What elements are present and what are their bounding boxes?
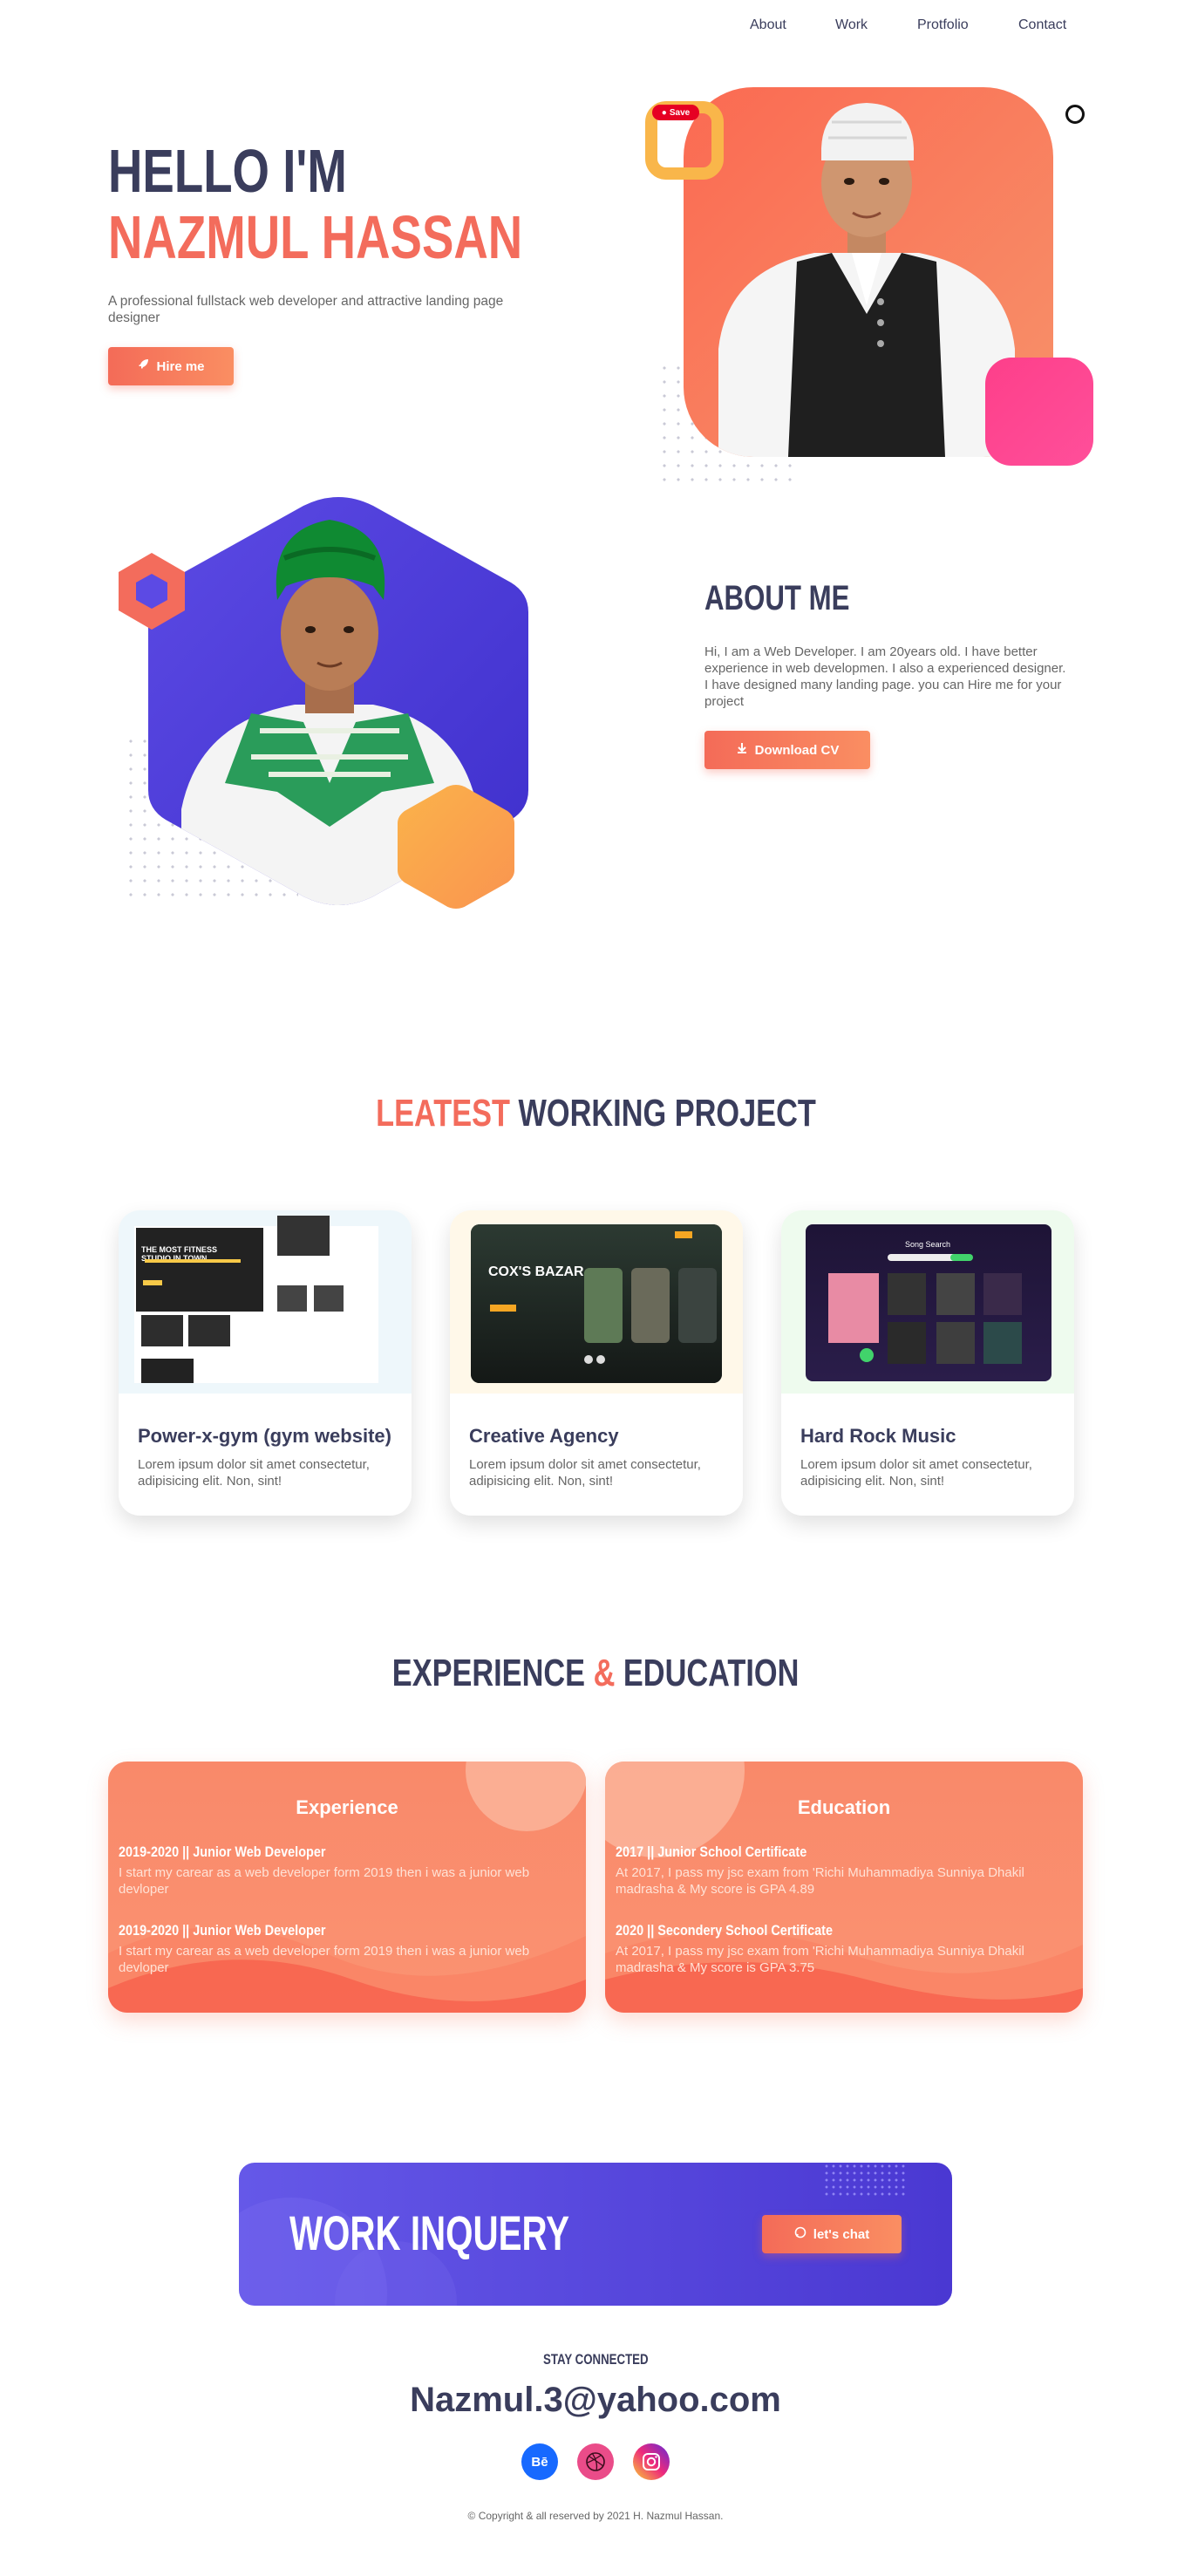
project-thumbnail: COX'S BAZAR bbox=[450, 1210, 743, 1394]
education-item-text: At 2017, I pass my jsc exam from 'Richi … bbox=[616, 1944, 1024, 1975]
instagram-icon[interactable] bbox=[633, 2443, 670, 2480]
experience-title-right: EDUCATION bbox=[623, 1652, 800, 1694]
behance-icon[interactable]: Bē bbox=[521, 2443, 558, 2480]
project-desc: Lorem ipsum dolor sit amet consectetur, … bbox=[138, 1457, 370, 1489]
contact-email[interactable]: Nazmul.3@yahoo.com bbox=[0, 2381, 1191, 2420]
rocket-icon bbox=[137, 358, 149, 374]
thumb-heading: Song Search bbox=[905, 1240, 951, 1249]
education-heading: Education bbox=[797, 1796, 891, 1818]
project-card[interactable]: COX'S BAZAR Creative Agency Lorem ipsum … bbox=[450, 1210, 743, 1516]
hero-greeting: HELLO I'M bbox=[108, 137, 347, 205]
projects-title-accent: LEATEST bbox=[375, 1092, 510, 1135]
project-title: Power-x-gym (gym website) bbox=[138, 1425, 391, 1447]
education-card: Education 2017 || Junior School Certific… bbox=[605, 1762, 1083, 2013]
experience-item-title: 2019-2020 || Junior Web Developer bbox=[119, 1843, 326, 1860]
chat-icon bbox=[794, 2226, 806, 2242]
lets-chat-button[interactable]: let's chat bbox=[762, 2215, 902, 2253]
about-text: Hi, I am a Web Developer. I am 20years o… bbox=[704, 644, 1066, 709]
pinterest-icon: ● bbox=[661, 107, 667, 118]
nav-portfolio[interactable]: Protfolio bbox=[917, 17, 969, 33]
experience-item-text: I start my carear as a web developer for… bbox=[119, 1944, 530, 1975]
pinterest-save-button[interactable]: ● Save bbox=[652, 105, 699, 120]
experience-card: Experience 2019-2020 || Junior Web Devel… bbox=[108, 1762, 586, 2013]
save-label: Save bbox=[669, 107, 691, 118]
education-item-title: 2020 || Secondery School Certificate bbox=[616, 1922, 834, 1939]
thumb-heading: COX'S BAZAR bbox=[488, 1264, 584, 1279]
project-title: Hard Rock Music bbox=[800, 1425, 956, 1447]
nav-about[interactable]: About bbox=[750, 17, 786, 33]
education-item-title: 2017 || Junior School Certificate bbox=[616, 1843, 807, 1860]
behance-label: Bē bbox=[531, 2454, 548, 2470]
experience-item-title: 2019-2020 || Junior Web Developer bbox=[119, 1922, 326, 1939]
about-title: ABOUT ME bbox=[704, 579, 850, 617]
hire-me-label: Hire me bbox=[156, 358, 205, 374]
download-cv-label: Download CV bbox=[754, 742, 840, 758]
project-thumbnail: Song Search bbox=[781, 1210, 1074, 1394]
stay-connected-label: STAY CONNECTED bbox=[542, 2351, 649, 2368]
experience-title-amp: & bbox=[593, 1652, 616, 1694]
project-desc: Lorem ipsum dolor sit amet consectetur, … bbox=[469, 1457, 701, 1489]
pink-square-decoration bbox=[985, 358, 1093, 466]
download-cv-button[interactable]: Download CV bbox=[704, 731, 870, 769]
experience-title-left: EXPERIENCE bbox=[391, 1652, 585, 1694]
project-thumbnail: THE MOST FITNESS STUDIO IN TOWN bbox=[119, 1210, 412, 1394]
nav-work[interactable]: Work bbox=[835, 17, 868, 33]
dot-pattern-3 bbox=[823, 2163, 907, 2198]
yellow-hexagon-decoration bbox=[398, 785, 514, 909]
nav-contact[interactable]: Contact bbox=[1018, 17, 1066, 33]
experience-item-text: I start my carear as a web developer for… bbox=[119, 1865, 530, 1897]
projects-title: LEATEST WORKING PROJECT bbox=[0, 1092, 1191, 1135]
red-hexagon-decoration bbox=[119, 553, 185, 630]
download-icon bbox=[736, 742, 748, 758]
project-card[interactable]: THE MOST FITNESS STUDIO IN TOWN Power-x-… bbox=[119, 1210, 412, 1516]
hero-tagline: A professional fullstack web developer a… bbox=[108, 294, 504, 325]
hire-me-button[interactable]: Hire me bbox=[108, 347, 234, 385]
hero-name: NAZMUL HASSAN bbox=[108, 203, 523, 271]
lens-icon[interactable] bbox=[1065, 105, 1085, 124]
experience-heading: Experience bbox=[296, 1796, 398, 1818]
education-item-text: At 2017, I pass my jsc exam from 'Richi … bbox=[616, 1865, 1024, 1897]
dribbble-icon[interactable] bbox=[577, 2443, 614, 2480]
experience-title: EXPERIENCE & EDUCATION bbox=[0, 1652, 1191, 1695]
copyright: © Copyright & all reserved by 2021 H. Na… bbox=[467, 2510, 724, 2522]
top-nav: About Work Protfolio Contact bbox=[0, 0, 1191, 52]
project-title: Creative Agency bbox=[469, 1425, 619, 1447]
work-inquiry-banner: WORK INQUERY let's chat bbox=[239, 2163, 952, 2306]
projects-title-rest: WORKING PROJECT bbox=[518, 1092, 816, 1135]
project-desc: Lorem ipsum dolor sit amet consectetur, … bbox=[800, 1457, 1032, 1489]
project-card[interactable]: Song Search Hard Rock Music Lorem ipsum … bbox=[781, 1210, 1074, 1516]
work-inquiry-title: WORK INQUERY bbox=[289, 2205, 570, 2260]
lets-chat-label: let's chat bbox=[813, 2226, 870, 2242]
